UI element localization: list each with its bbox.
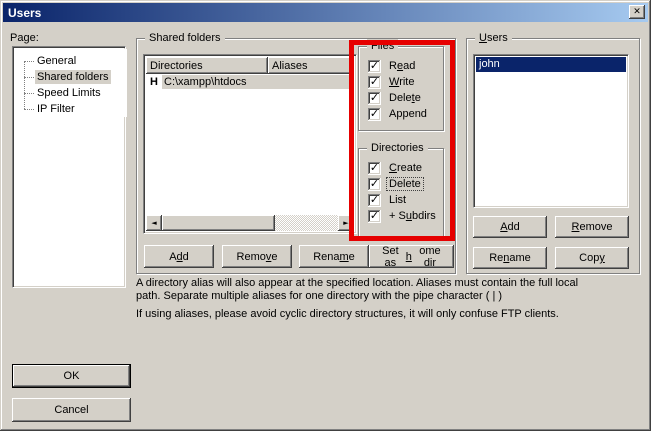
checkbox-label: + Subdirs bbox=[387, 210, 438, 222]
add-user-button[interactable]: Add bbox=[473, 216, 547, 238]
ok-button[interactable]: OK bbox=[12, 364, 131, 388]
rename-folder-button[interactable]: Rename bbox=[299, 245, 369, 268]
page-tree: General Shared folders Speed Limits IP F… bbox=[12, 46, 126, 288]
tree-item-label: Speed Limits bbox=[35, 86, 103, 100]
column-header-aliases[interactable]: Aliases bbox=[268, 57, 354, 74]
checkbox-label: Append bbox=[387, 108, 429, 120]
checkbox-label: List bbox=[387, 194, 408, 206]
read-checkbox[interactable]: ✓ bbox=[368, 60, 381, 73]
directory-path: C:\xampp\htdocs bbox=[162, 75, 354, 89]
list-checkbox[interactable]: ✓ bbox=[368, 194, 381, 207]
note-line: A directory alias will also appear at th… bbox=[136, 277, 578, 290]
users-dialog: Users ✕ Page: General Shared folders Spe… bbox=[0, 0, 651, 431]
tree-item-shared-folders[interactable]: Shared folders bbox=[15, 69, 127, 85]
alias-notes: A directory alias will also appear at th… bbox=[136, 277, 578, 321]
scrollbar-track[interactable] bbox=[275, 215, 338, 231]
add-folder-button[interactable]: Add bbox=[144, 245, 214, 268]
scrollbar-thumb[interactable] bbox=[162, 215, 275, 231]
checkbox-label: Delete bbox=[387, 178, 423, 190]
home-marker: H bbox=[146, 76, 162, 88]
checkbox-list[interactable]: ✓ List bbox=[368, 192, 408, 208]
scroll-left-button[interactable]: ◄ bbox=[146, 215, 162, 231]
tree-item-label: General bbox=[35, 54, 78, 68]
users-list: john bbox=[473, 54, 629, 208]
subdirs-checkbox[interactable]: ✓ bbox=[368, 210, 381, 223]
checkbox-label: Create bbox=[387, 162, 424, 174]
checkmark-icon: ✓ bbox=[370, 108, 379, 119]
delete-files-checkbox[interactable]: ✓ bbox=[368, 92, 381, 105]
note-line: If using aliases, please avoid cyclic di… bbox=[136, 308, 578, 321]
directories-list: Directories Aliases H C:\xampp\htdocs ◄ … bbox=[143, 54, 357, 234]
checkbox-label: Delete bbox=[387, 92, 423, 104]
directory-row[interactable]: H C:\xampp\htdocs bbox=[146, 74, 354, 90]
checkbox-delete-files[interactable]: ✓ Delete bbox=[368, 90, 423, 106]
cancel-button[interactable]: Cancel bbox=[12, 398, 131, 422]
remove-user-button[interactable]: Remove bbox=[555, 216, 629, 238]
scroll-right-button[interactable]: ► bbox=[338, 215, 354, 231]
checkmark-icon: ✓ bbox=[370, 162, 379, 173]
shared-folders-legend: Shared folders bbox=[145, 31, 225, 45]
tree-item-ip-filter[interactable]: IP Filter bbox=[15, 101, 127, 117]
delete-dirs-checkbox[interactable]: ✓ bbox=[368, 178, 381, 191]
rename-user-button[interactable]: Rename bbox=[473, 247, 547, 269]
checkmark-icon: ✓ bbox=[370, 194, 379, 205]
files-legend: Files bbox=[367, 39, 398, 53]
column-header-directories[interactable]: Directories bbox=[146, 57, 268, 74]
title-bar[interactable]: Users ✕ bbox=[3, 3, 648, 22]
checkbox-create[interactable]: ✓ Create bbox=[368, 160, 424, 176]
checkbox-label: Write bbox=[387, 76, 416, 88]
checkbox-read[interactable]: ✓ Read bbox=[368, 58, 417, 74]
remove-folder-button[interactable]: Remove bbox=[222, 245, 292, 268]
list-header: Directories Aliases bbox=[146, 57, 354, 74]
tree-item-speed-limits[interactable]: Speed Limits bbox=[15, 85, 127, 101]
checkbox-label: Read bbox=[387, 60, 417, 72]
checkbox-subdirs[interactable]: ✓ + Subdirs bbox=[368, 208, 438, 224]
append-checkbox[interactable]: ✓ bbox=[368, 108, 381, 121]
arrow-right-icon: ► bbox=[343, 220, 348, 227]
checkbox-delete-dirs[interactable]: ✓ Delete bbox=[368, 176, 423, 192]
tree-item-general[interactable]: General bbox=[15, 53, 127, 69]
create-checkbox[interactable]: ✓ bbox=[368, 162, 381, 175]
write-checkbox[interactable]: ✓ bbox=[368, 76, 381, 89]
checkmark-icon: ✓ bbox=[370, 76, 379, 87]
close-button[interactable]: ✕ bbox=[629, 5, 645, 19]
checkbox-write[interactable]: ✓ Write bbox=[368, 74, 416, 90]
checkmark-icon: ✓ bbox=[370, 178, 379, 189]
users-legend: Users bbox=[475, 31, 512, 45]
note-line: path. Separate multiple aliases for one … bbox=[136, 290, 578, 303]
window-title: Users bbox=[8, 6, 41, 20]
close-icon: ✕ bbox=[633, 8, 641, 17]
checkbox-append[interactable]: ✓ Append bbox=[368, 106, 429, 122]
user-row-john[interactable]: john bbox=[476, 57, 626, 72]
set-home-dir-button[interactable]: Set as home dir bbox=[369, 245, 454, 268]
directories-legend: Directories bbox=[367, 141, 428, 155]
checkmark-icon: ✓ bbox=[370, 210, 379, 221]
page-label: Page: bbox=[10, 32, 39, 44]
tree-item-label: Shared folders bbox=[35, 70, 111, 84]
arrow-left-icon: ◄ bbox=[151, 220, 156, 227]
horizontal-scrollbar[interactable]: ◄ ► bbox=[146, 215, 354, 231]
tree-item-label: IP Filter bbox=[35, 102, 77, 116]
copy-user-button[interactable]: Copy bbox=[555, 247, 629, 269]
checkmark-icon: ✓ bbox=[370, 92, 379, 103]
checkmark-icon: ✓ bbox=[370, 60, 379, 71]
